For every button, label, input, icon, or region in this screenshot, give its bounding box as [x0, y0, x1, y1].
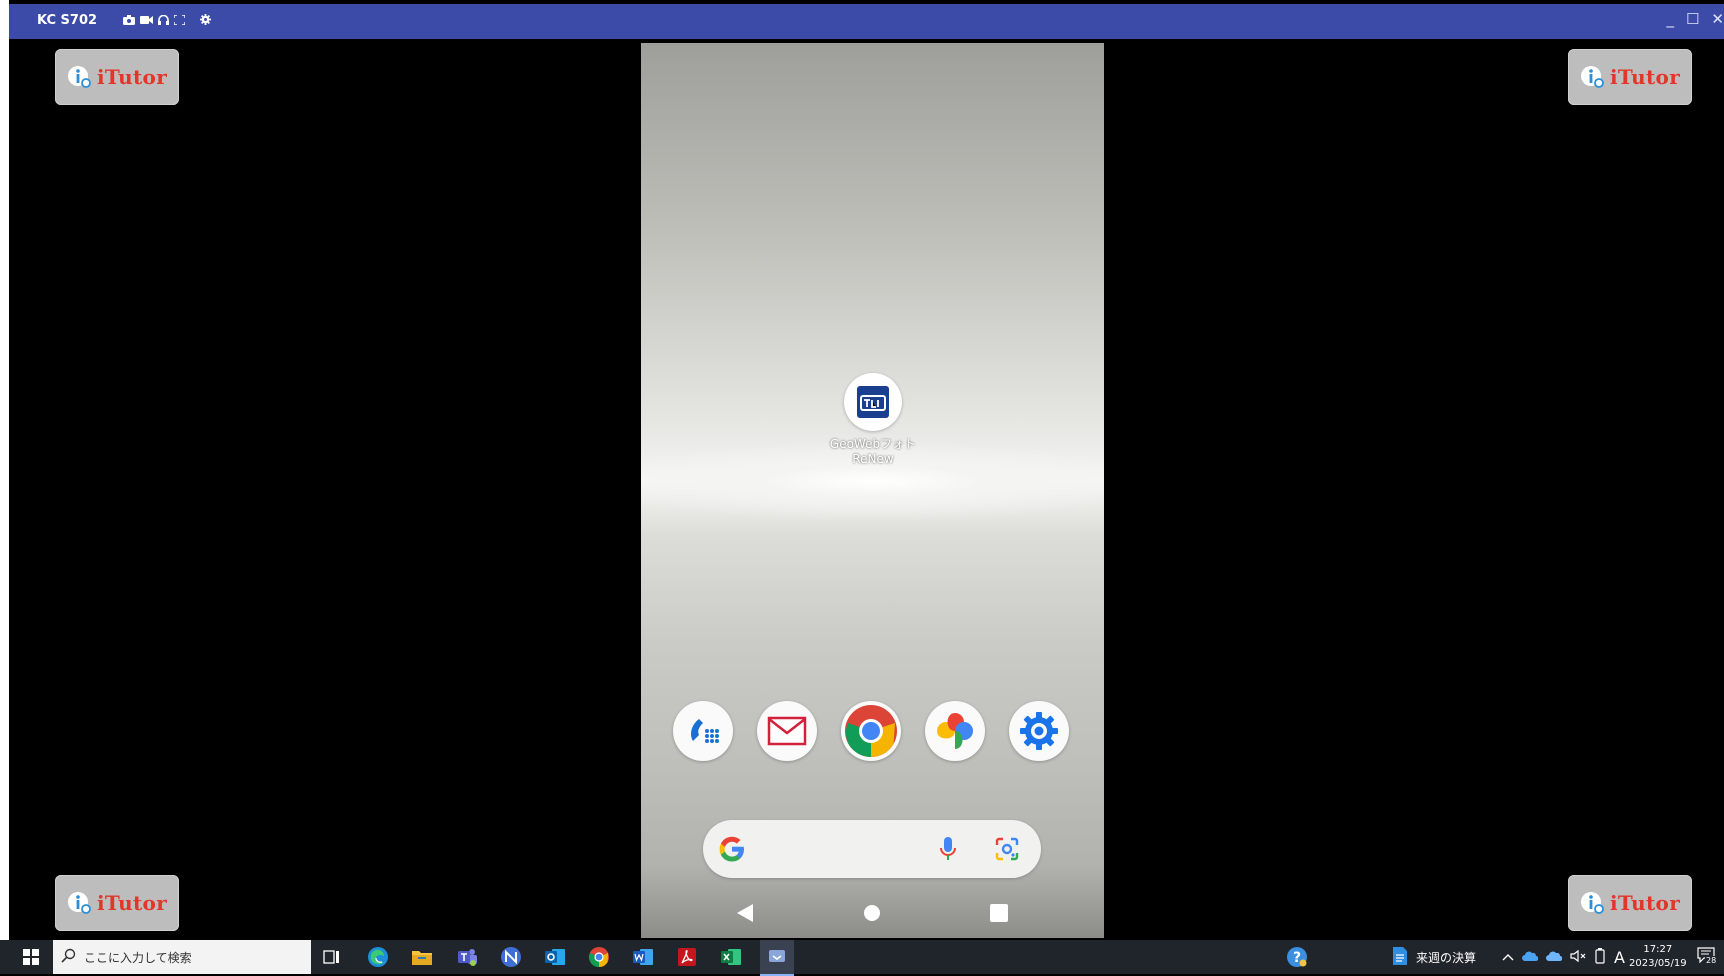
ime-indicator[interactable]: A [1614, 948, 1625, 967]
tray-document[interactable]: 来週の決算 [1392, 940, 1476, 974]
app-geoweb-photo[interactable]: GeoWebフォト ReNew [784, 373, 962, 467]
google-g-icon [717, 834, 747, 868]
headphones-icon[interactable] [158, 14, 169, 25]
itutor-logo-icon [67, 64, 93, 90]
watermark-top-right: iTutor [1568, 49, 1692, 105]
watermark-text: iTutor [96, 891, 168, 915]
watermark-bottom-right: iTutor [1568, 875, 1692, 931]
app-title-bar: KC S702 _ ☐ ✕ [9, 4, 1724, 39]
clock-date: 2023/05/19 [1629, 958, 1687, 969]
cloud-icon[interactable] [1546, 950, 1563, 965]
app-label: GeoWebフォト ReNew [829, 437, 917, 466]
android-nav-bar [641, 893, 1104, 933]
phone-screen[interactable]: GeoWebフォト ReNew [641, 43, 1104, 938]
watermark-top-left: iTutor [55, 49, 179, 105]
help-icon[interactable]: ? [1285, 945, 1309, 969]
chrome-taskbar-icon[interactable] [587, 945, 611, 969]
gear-icon[interactable] [200, 14, 211, 25]
notification-center[interactable]: 28 [1697, 940, 1718, 974]
phone-icon[interactable] [673, 701, 733, 761]
minimize-button[interactable]: _ [1666, 10, 1674, 28]
task-view-icon[interactable] [320, 945, 344, 969]
outlook-icon[interactable] [543, 945, 567, 969]
edge-icon[interactable] [366, 945, 390, 969]
google-search-bar[interactable] [703, 820, 1041, 878]
word-icon[interactable] [631, 945, 655, 969]
settings-icon[interactable] [1009, 701, 1069, 761]
excel-icon[interactable] [719, 945, 743, 969]
watermark-text: iTutor [1609, 891, 1681, 915]
itutor-logo-icon [67, 890, 93, 916]
itutor-logo-icon [1580, 64, 1606, 90]
document-icon [1392, 946, 1408, 969]
system-tray: A [1502, 940, 1625, 974]
taskbar: ここに入力して検索 ? 来週の決算 A 17:27 2023/05/19 28 [0, 940, 1724, 976]
chrome-icon[interactable] [841, 701, 901, 761]
speaker-muted-icon[interactable] [1570, 949, 1586, 966]
onedrive-icon[interactable] [1522, 950, 1539, 965]
watermark-bottom-left: iTutor [55, 875, 179, 931]
home-icon[interactable] [863, 904, 881, 926]
acrobat-icon[interactable] [675, 945, 699, 969]
back-icon[interactable] [735, 903, 755, 927]
microphone-icon[interactable] [939, 836, 957, 866]
app-dock [673, 701, 1073, 763]
search-icon [61, 948, 76, 966]
desktop-edge [0, 0, 9, 940]
search-placeholder: ここに入力して検索 [84, 950, 192, 965]
watermark-text: iTutor [1609, 65, 1681, 89]
clock[interactable]: 17:27 2023/05/19 [1629, 940, 1687, 974]
close-button[interactable]: ✕ [1711, 10, 1724, 28]
recents-icon[interactable] [990, 904, 1008, 926]
tray-document-label: 来週の決算 [1416, 950, 1477, 965]
geoweb-app-icon[interactable] [844, 373, 902, 431]
mail-icon[interactable] [757, 701, 817, 761]
maximize-button[interactable]: ☐ [1686, 10, 1699, 28]
window-title: KC S702 [37, 13, 98, 28]
notification-icon: 28 [1697, 947, 1718, 967]
photos-icon[interactable] [925, 701, 985, 761]
n-app-icon[interactable] [499, 945, 523, 969]
chevron-up-icon[interactable] [1502, 950, 1514, 964]
file-explorer-icon[interactable] [410, 945, 434, 969]
battery-icon[interactable] [1594, 947, 1606, 967]
windows-start-icon[interactable] [19, 945, 43, 969]
mirroring-app-icon[interactable] [760, 940, 794, 976]
itutor-logo-icon [1580, 890, 1606, 916]
clock-time: 17:27 [1643, 944, 1673, 955]
taskbar-search-box[interactable]: ここに入力して検索 [53, 940, 311, 974]
video-icon[interactable] [140, 15, 153, 25]
google-lens-icon[interactable] [995, 837, 1019, 865]
camera-icon[interactable] [123, 14, 135, 25]
notification-count: 28 [1705, 956, 1718, 965]
watermark-text: iTutor [96, 65, 168, 89]
fullscreen-icon[interactable] [174, 14, 185, 25]
teams-icon[interactable] [455, 945, 479, 969]
